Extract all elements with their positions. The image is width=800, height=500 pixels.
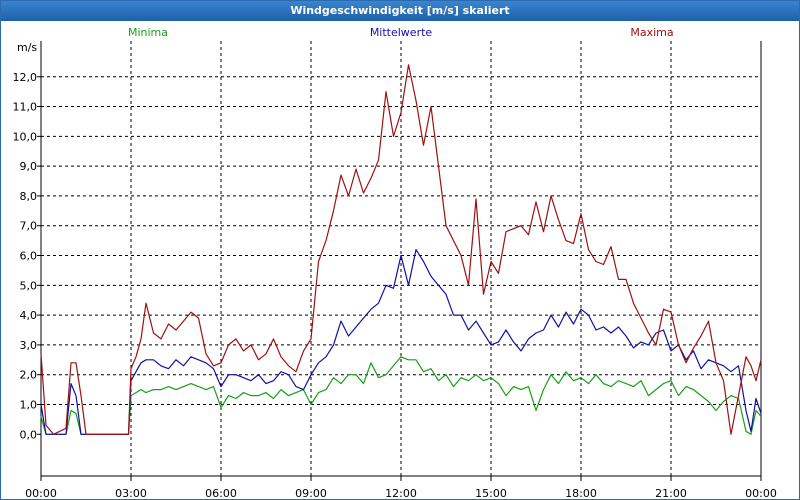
wind-speed-chart: 0,0 1,0 2,0 3,0 4,0 5,0 6,0 7,0 8,0 9,0 10,0 11,0 12… xyxy=(13,26,777,499)
y-tick-label: 7,0 xyxy=(20,220,38,233)
grid-lines xyxy=(41,41,761,476)
y-tick-label: 11,0 xyxy=(13,101,38,114)
y-tick-label: 3,0 xyxy=(20,339,38,352)
y-tick-label: 10,0 xyxy=(13,130,38,143)
y-tick-label: 6,0 xyxy=(20,250,38,263)
chart-window: Windgeschwindigkeit [m/s] skaliert 0,0 1,… xyxy=(0,0,800,500)
legend: Minima Mittelwerte Maxima xyxy=(128,26,674,39)
y-tick-label: 0,0 xyxy=(20,428,38,441)
x-tick-time-label: 06:00 xyxy=(205,487,237,499)
y-tick-label: 2,0 xyxy=(20,369,38,382)
x-tick-time-label: 00:00 xyxy=(25,487,57,499)
y-tick-label: 9,0 xyxy=(20,160,38,173)
legend-label-mittelwerte: Mittelwerte xyxy=(370,26,433,39)
y-tick-label: 4,0 xyxy=(20,309,38,322)
x-tick-time-label: 09:00 xyxy=(295,487,327,499)
y-axis-unit-label: m/s xyxy=(17,41,37,54)
y-tick-label: 12,0 xyxy=(13,71,38,84)
y-tick-label: 8,0 xyxy=(20,190,38,203)
x-tick-time-label: 15:00 xyxy=(475,487,507,499)
x-tick-time-label: 21:00 xyxy=(655,487,687,499)
y-tick-label: 1,0 xyxy=(20,398,38,411)
y-tick-label: 5,0 xyxy=(20,279,38,292)
x-tick-time-label: 03:00 xyxy=(115,487,147,499)
legend-label-maxima: Maxima xyxy=(630,26,673,39)
x-tick-time-label: 00:00 xyxy=(745,487,777,499)
legend-label-minima: Minima xyxy=(128,26,168,39)
window-title: Windgeschwindigkeit [m/s] skaliert xyxy=(1,1,799,21)
y-tick-labels: 0,0 1,0 2,0 3,0 4,0 5,0 6,0 7,0 8,0 9,0 10,0 11,0 12… xyxy=(13,71,38,442)
x-tick-labels: 00:0005.10.1603:0005.10.1606:0005.10.160… xyxy=(25,487,777,499)
x-tick-time-label: 18:00 xyxy=(565,487,597,499)
x-tick-time-label: 12:00 xyxy=(385,487,417,499)
